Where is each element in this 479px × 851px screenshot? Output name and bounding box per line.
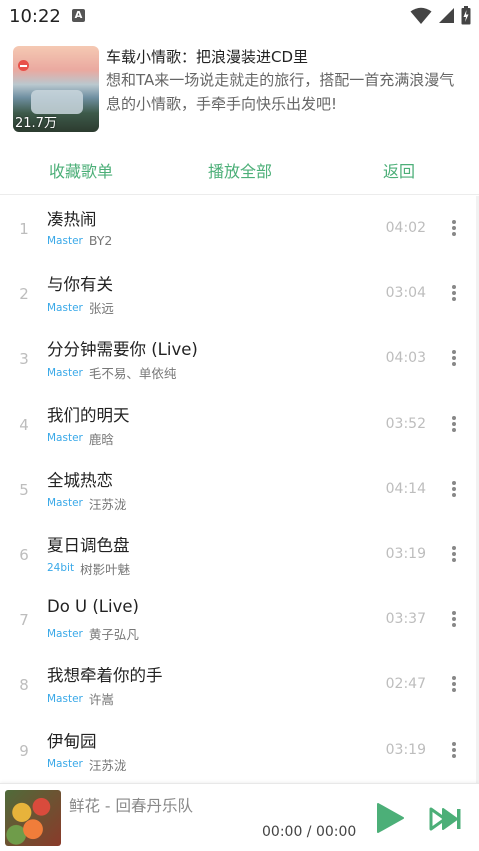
song-title: Do U (Live)	[47, 597, 139, 617]
song-artist: 许嵩	[88, 692, 114, 708]
song-index: 4	[19, 415, 29, 434]
song-title: 我们的明天	[47, 405, 130, 425]
song-meta: 24bit 树影叶魅	[47, 559, 130, 578]
action-row: 收藏歌单 播放全部 返回	[0, 150, 479, 190]
song-meta: Master 许嵩	[47, 689, 114, 708]
more-vertical-icon[interactable]	[451, 480, 457, 499]
song-row[interactable]: 8 我想牵着你的手 Master 许嵩 02:47	[0, 652, 479, 717]
song-meta: Master 汪苏泷	[47, 494, 126, 513]
quality-tag: Master	[47, 758, 83, 770]
song-row[interactable]: 9 伊甸园 Master 汪苏泷 03:19	[0, 718, 479, 783]
song-meta: Master 汪苏泷	[47, 755, 126, 774]
song-artist: 树影叶魅	[80, 561, 131, 577]
song-duration: 03:52	[385, 415, 426, 432]
quality-tag: Master	[47, 234, 83, 247]
song-row[interactable]: 2 与你有关 Master 张远 03:04	[0, 261, 479, 326]
song-title: 分分钟需要你 (Live)	[47, 340, 198, 360]
playback-time: 00:00 / 00:00	[262, 824, 357, 840]
notification-badge-icon: A	[72, 9, 85, 22]
song-duration: 03:04	[385, 285, 426, 302]
song-artist: 张远	[88, 301, 114, 317]
song-title: 全城热恋	[47, 470, 113, 490]
wifi-icon	[410, 7, 432, 24]
more-vertical-icon[interactable]	[451, 415, 457, 434]
back-button[interactable]: 返回	[383, 158, 415, 182]
status-bar: 10:22 A	[0, 0, 479, 34]
song-index: 6	[19, 545, 29, 564]
song-row[interactable]: 5 全城热恋 Master 汪苏泷 04:14	[0, 457, 479, 522]
song-artist: 鹿晗	[88, 431, 114, 447]
song-meta: Master 张远	[47, 298, 114, 317]
song-row[interactable]: 4 我们的明天 Master 鹿晗 03:52	[0, 392, 479, 457]
song-duration: 03:19	[385, 741, 426, 758]
song-row[interactable]: 6 夏日调色盘 24bit 树影叶魅 03:19	[0, 522, 479, 587]
play-icon[interactable]	[374, 802, 406, 834]
song-duration: 04:14	[385, 480, 426, 497]
song-index: 8	[19, 676, 29, 695]
quality-tag: Master	[47, 301, 83, 314]
song-title: 凑热闹	[47, 210, 97, 229]
quality-tag: Master	[47, 366, 83, 379]
battery-icon	[461, 6, 471, 25]
playlist-header: 21.7万 车载小情歌：把浪漫装进CD里 想和TA来一场说走就走的旅行，搭配一首…	[0, 44, 479, 136]
song-row[interactable]: 1 凑热闹 Master BY2 04:02	[0, 196, 479, 261]
collect-playlist-button[interactable]: 收藏歌单	[49, 158, 113, 182]
playlist-cover: 21.7万	[13, 46, 99, 132]
more-vertical-icon[interactable]	[451, 611, 457, 629]
song-index: 1	[19, 220, 29, 238]
song-index: 7	[19, 611, 29, 630]
song-artist: 黄子弘凡	[88, 627, 139, 643]
song-meta: Master 鹿晗	[47, 429, 114, 448]
more-vertical-icon[interactable]	[451, 741, 457, 760]
more-vertical-icon[interactable]	[451, 285, 457, 303]
song-artist: 毛不易、单依纯	[88, 366, 177, 382]
quality-tag: 24bit	[47, 562, 75, 575]
song-index: 3	[19, 350, 29, 369]
quality-tag: Master	[47, 692, 83, 705]
more-vertical-icon[interactable]	[451, 220, 457, 238]
song-meta: Master BY2	[47, 233, 112, 248]
play-count: 21.7万	[15, 116, 57, 131]
status-icons	[410, 6, 471, 25]
song-duration: 02:47	[385, 676, 426, 693]
song-title: 伊甸园	[47, 731, 97, 751]
song-meta: Master 毛不易、单依纯	[47, 363, 176, 382]
divider	[0, 194, 479, 195]
skip-next-icon[interactable]	[428, 806, 462, 832]
song-meta: Master 黄子弘凡	[47, 624, 139, 643]
more-vertical-icon[interactable]	[451, 350, 457, 368]
status-time: 10:22	[9, 6, 61, 27]
song-index: 2	[19, 285, 29, 304]
song-artist: 汪苏泷	[88, 757, 127, 773]
minus-icon	[18, 60, 29, 71]
song-row[interactable]: 7 Do U (Live) Master 黄子弘凡 03:37	[0, 587, 479, 652]
song-artist: BY2	[88, 233, 113, 248]
quality-tag: Master	[47, 627, 83, 640]
quality-tag: Master	[47, 497, 83, 510]
more-vertical-icon[interactable]	[451, 676, 457, 694]
playlist-title: 车载小情歌：把浪漫装进CD里	[106, 48, 309, 66]
now-playing-title[interactable]: 鲜花 - 回春丹乐队	[69, 794, 193, 816]
song-duration: 03:37	[385, 611, 426, 628]
song-title: 夏日调色盘	[47, 535, 130, 555]
song-duration: 03:19	[385, 545, 426, 562]
song-artist: 汪苏泷	[88, 496, 127, 512]
signal-icon	[439, 8, 454, 23]
now-playing-cover[interactable]	[5, 790, 61, 846]
playlist-description: 想和TA来一场说走就走的旅行，搭配一首充满浪漫气息的小情歌，手牵手向快乐出发吧!	[106, 71, 455, 113]
cover-car-shape	[31, 90, 83, 114]
play-all-button[interactable]: 播放全部	[208, 158, 272, 182]
more-vertical-icon[interactable]	[451, 545, 457, 564]
song-index: 5	[19, 480, 29, 499]
song-duration: 04:02	[385, 220, 426, 236]
song-row[interactable]: 3 分分钟需要你 (Live) Master 毛不易、单依纯 04:03	[0, 326, 479, 391]
song-title: 与你有关	[47, 275, 113, 295]
player-bar: 鲜花 - 回春丹乐队 00:00 / 00:00	[0, 783, 479, 851]
song-list: 1 凑热闹 Master BY2 04:02 2 与你有关 Master 张远 …	[0, 196, 479, 783]
song-title: 我想牵着你的手	[47, 666, 163, 686]
song-duration: 04:03	[385, 350, 426, 367]
song-index: 9	[19, 741, 29, 760]
quality-tag: Master	[47, 432, 83, 445]
